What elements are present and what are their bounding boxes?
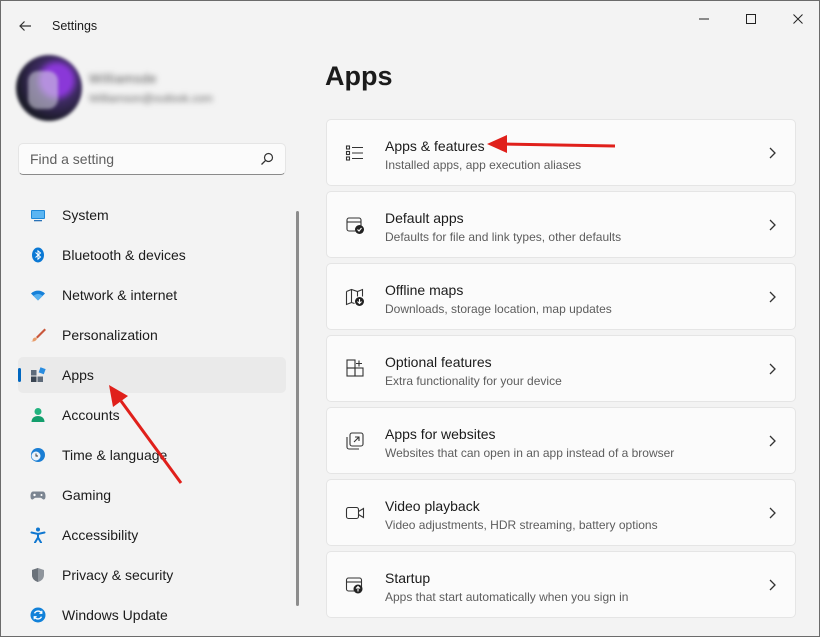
chevron-right-icon <box>769 363 776 375</box>
card-title: Startup <box>385 570 431 586</box>
sidebar-item-network[interactable]: Network & internet <box>18 277 286 313</box>
chevron-right-icon <box>769 291 776 303</box>
sidebar-item-personalization[interactable]: Personalization <box>18 317 286 353</box>
chevron-right-icon <box>769 147 776 159</box>
monitor-icon <box>31 210 45 222</box>
wifi-icon <box>31 290 45 301</box>
sidebar-item-bluetooth[interactable]: Bluetooth & devices <box>18 237 286 273</box>
map-download-icon <box>345 288 364 306</box>
card-title: Default apps <box>385 210 464 226</box>
maximize-icon <box>746 14 756 24</box>
card-default-apps[interactable]: Default apps Defaults for file and link … <box>326 191 796 258</box>
sidebar-item-label: Apps <box>62 367 94 383</box>
card-title: Apps & features <box>385 138 485 154</box>
chevron-right-icon <box>769 579 776 591</box>
sidebar-item-label: Gaming <box>62 487 112 503</box>
sidebar-item-label: Network & internet <box>62 287 178 303</box>
sidebar-item-system[interactable]: System <box>18 197 286 233</box>
card-description: Extra functionality for your device <box>385 374 562 388</box>
sidebar-item-label: Accounts <box>62 407 120 423</box>
sidebar-item-label: Bluetooth & devices <box>62 247 186 263</box>
card-description: Defaults for file and link types, other … <box>385 230 622 244</box>
title-bar: Settings <box>1 1 819 51</box>
card-description: Video adjustments, HDR streaming, batter… <box>385 518 658 532</box>
search-icon[interactable] <box>260 152 274 166</box>
chevron-right-icon <box>769 507 776 519</box>
sidebar-nav: System Bluetooth & devices Network & int… <box>18 197 286 636</box>
card-title: Offline maps <box>385 282 464 298</box>
profile-name: Williamsde <box>89 71 157 86</box>
person-icon <box>31 408 45 422</box>
card-video-playback[interactable]: Video playback Video adjustments, HDR st… <box>326 479 796 546</box>
sidebar-item-label: Accessibility <box>62 527 139 543</box>
avatar[interactable] <box>16 55 82 121</box>
video-camera-icon <box>345 506 365 520</box>
bluetooth-icon <box>32 247 44 263</box>
card-optional-features[interactable]: Optional features Extra functionality fo… <box>326 335 796 402</box>
accessibility-icon <box>30 527 46 543</box>
minimize-icon <box>699 18 709 20</box>
apps-icon <box>31 367 46 382</box>
minimize-button[interactable] <box>681 5 727 33</box>
sidebar-item-apps[interactable]: Apps <box>18 357 286 393</box>
chevron-right-icon <box>769 435 776 447</box>
sidebar-item-gaming[interactable]: Gaming <box>18 477 286 513</box>
gamepad-icon <box>30 491 46 500</box>
sidebar-item-windows-update[interactable]: Windows Update <box>18 597 286 633</box>
chevron-right-icon <box>769 219 776 231</box>
sidebar-item-label: Privacy & security <box>62 567 174 583</box>
profile-email: Williamson@outlook.com <box>89 93 213 105</box>
selection-indicator <box>18 368 21 382</box>
card-apps-features[interactable]: Apps & features Installed apps, app exec… <box>326 119 796 186</box>
card-startup[interactable]: Startup Apps that start automatically wh… <box>326 551 796 618</box>
card-title: Video playback <box>385 498 480 514</box>
card-description: Apps that start automatically when you s… <box>385 590 629 604</box>
card-apps-for-websites[interactable]: Apps for websites Websites that can open… <box>326 407 796 474</box>
search-box[interactable] <box>18 143 286 175</box>
close-icon <box>793 14 803 24</box>
settings-window: Settings Williamsde Williamson@outlook.c… <box>0 0 820 637</box>
sidebar-item-privacy[interactable]: Privacy & security <box>18 557 286 593</box>
sidebar-item-label: Time & language <box>62 447 168 463</box>
open-in-app-icon <box>346 432 364 450</box>
sidebar-item-accounts[interactable]: Accounts <box>18 397 286 433</box>
card-offline-maps[interactable]: Offline maps Downloads, storage location… <box>326 263 796 330</box>
globe-clock-icon <box>30 448 45 462</box>
maximize-button[interactable] <box>728 5 774 33</box>
page-title: Apps <box>325 61 393 91</box>
card-title: Optional features <box>385 354 492 370</box>
card-description: Websites that can open in an app instead… <box>385 446 675 460</box>
sidebar-item-label: Windows Update <box>62 607 168 623</box>
card-title: Apps for websites <box>385 426 496 442</box>
sidebar-scrollbar[interactable] <box>296 211 299 606</box>
sidebar-item-label: System <box>62 207 109 223</box>
default-apps-icon <box>346 217 364 234</box>
brush-icon <box>31 328 46 342</box>
update-icon <box>30 607 46 623</box>
sidebar-item-time-language[interactable]: Time & language <box>18 437 286 473</box>
startup-icon <box>345 577 363 594</box>
card-description: Installed apps, app execution aliases <box>385 158 582 172</box>
shield-icon <box>32 568 44 582</box>
card-description: Downloads, storage location, map updates <box>385 302 612 316</box>
search-input[interactable] <box>19 144 249 174</box>
sidebar-item-accessibility[interactable]: Accessibility <box>18 517 286 553</box>
settings-card-list: Apps & features Installed apps, app exec… <box>326 119 796 623</box>
sidebar-item-label: Personalization <box>62 327 158 343</box>
grid-add-icon <box>346 359 364 377</box>
back-button[interactable] <box>13 14 37 38</box>
arrow-left-icon <box>19 21 31 31</box>
list-icon <box>345 145 363 161</box>
close-button[interactable] <box>775 5 819 33</box>
window-title: Settings <box>52 19 98 33</box>
